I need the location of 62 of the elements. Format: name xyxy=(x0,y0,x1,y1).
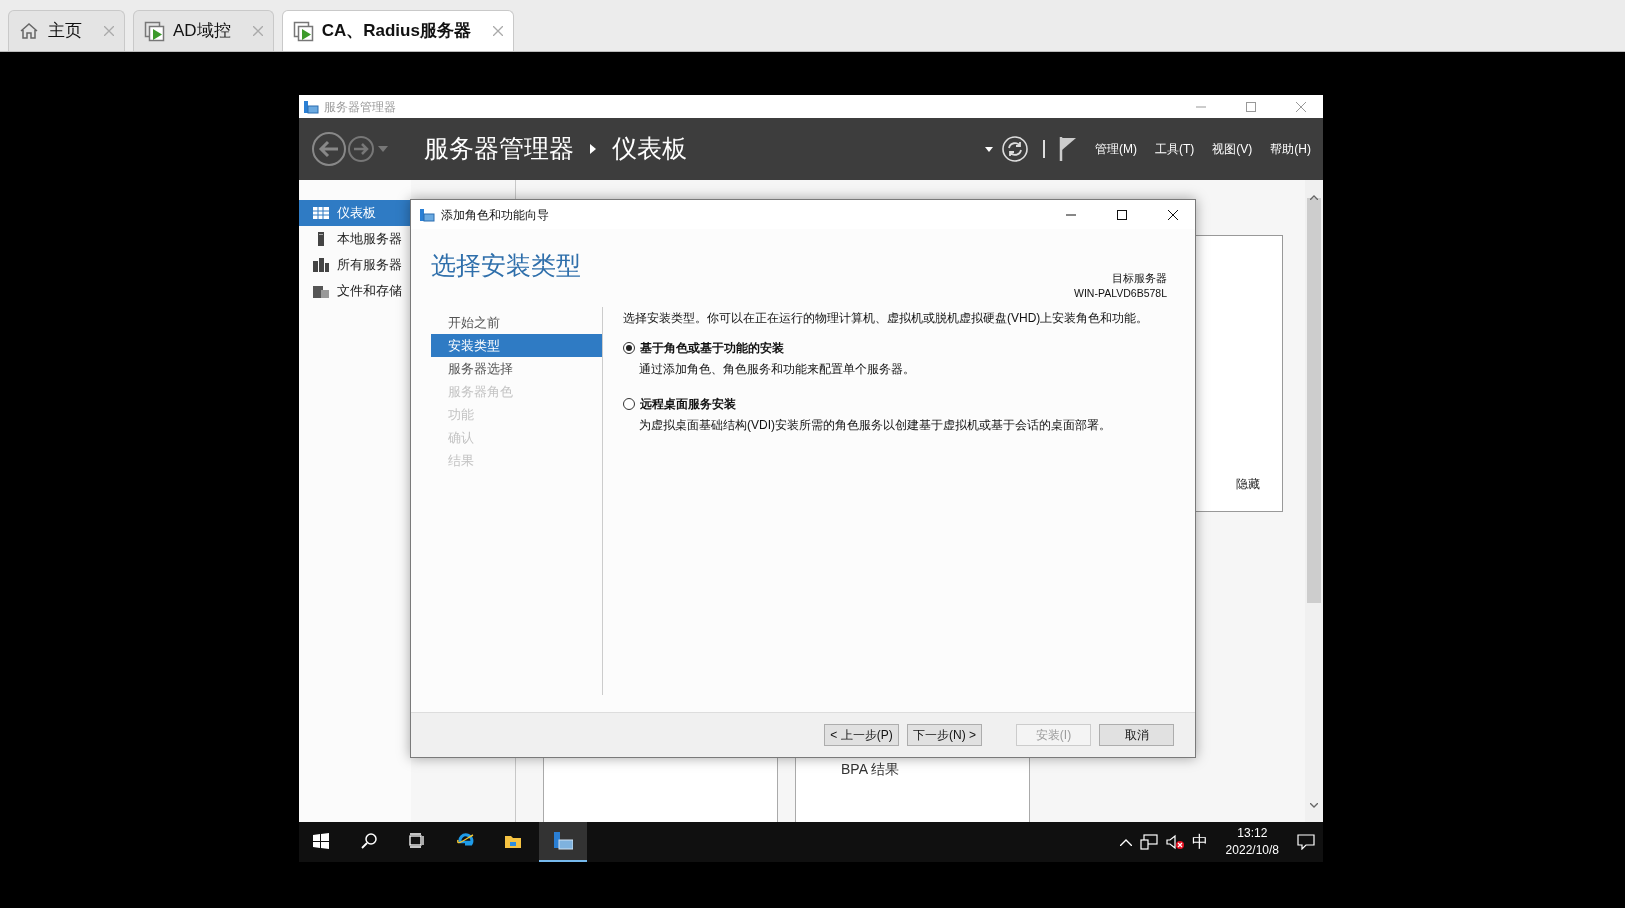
breadcrumb-item: 仪表板 xyxy=(612,133,687,165)
instruction-text: 选择安装类型。你可以在正在运行的物理计算机、虚拟机或脱机虚拟硬盘(VHD)上安装角色和功能。 xyxy=(623,310,1149,327)
back-icon[interactable] xyxy=(311,131,347,167)
browser-tab[interactable]: 主页 xyxy=(8,10,125,51)
servers-icon xyxy=(313,258,329,272)
flag-icon[interactable] xyxy=(1059,137,1077,161)
hide-link[interactable]: 隐藏 xyxy=(1236,475,1260,493)
server-manager-icon xyxy=(553,832,573,850)
window-title: 添加角色和功能向导 xyxy=(441,206,549,224)
network-icon[interactable] xyxy=(1139,834,1158,850)
home-icon xyxy=(19,20,40,42)
option-label[interactable]: 远程桌面服务安装 xyxy=(640,395,736,413)
wizard-step[interactable]: 开始之前 xyxy=(431,311,602,334)
wizard-button[interactable]: 下一步(N) > xyxy=(907,724,982,746)
app-icon xyxy=(303,99,319,114)
scrollbar[interactable] xyxy=(1305,180,1323,822)
panel-title: BPA 结果 xyxy=(841,760,900,779)
clock[interactable]: 13:12 2022/10/8 xyxy=(1225,824,1279,860)
wizard-button[interactable]: 取消 xyxy=(1099,724,1174,746)
sidebar-item[interactable]: 仪表板 xyxy=(299,200,411,226)
wizard-step: 确认 xyxy=(431,426,602,449)
option-description: 通过添加角色、角色服务和功能来配置单个服务器。 xyxy=(638,361,916,378)
scrollbar-thumb[interactable] xyxy=(1307,198,1321,603)
radio-button[interactable] xyxy=(623,342,635,354)
scroll-down-icon[interactable] xyxy=(1310,803,1318,809)
dropdown-icon[interactable] xyxy=(985,146,993,152)
sidebar-item[interactable]: 本地服务器 xyxy=(299,226,411,252)
wizard-step[interactable]: 安装类型 xyxy=(431,334,602,357)
taskbar-button[interactable] xyxy=(539,822,587,862)
volume-icon[interactable] xyxy=(1165,834,1184,850)
app-icon xyxy=(419,207,435,222)
sidebar-item[interactable]: 所有服务器 xyxy=(299,252,411,278)
menu-item[interactable]: 帮助(H) xyxy=(1270,140,1311,158)
menu-item[interactable]: 管理(M) xyxy=(1095,140,1137,158)
breadcrumb-arrow-icon xyxy=(590,144,596,154)
close-button[interactable] xyxy=(1166,208,1179,221)
browser-tab[interactable]: CA、Radius服务器 xyxy=(281,10,514,51)
window-title: 服务器管理器 xyxy=(324,98,396,116)
forward-icon[interactable] xyxy=(347,135,375,163)
option-label[interactable]: 基于角色或基于功能的安装 xyxy=(640,339,784,357)
radio-button[interactable] xyxy=(623,398,635,410)
vm-icon xyxy=(292,20,314,42)
input-method-indicator[interactable]: 中 xyxy=(1191,830,1208,854)
chevron-up-icon[interactable] xyxy=(1119,838,1132,846)
wizard-step[interactable]: 服务器选择 xyxy=(431,357,602,380)
browser-tab[interactable]: AD域控 xyxy=(133,10,274,51)
scroll-up-icon[interactable] xyxy=(1310,195,1318,201)
notification-icon[interactable] xyxy=(1297,834,1315,850)
target-server-name: WIN-PALVD6B578L xyxy=(1074,285,1167,301)
option-description: 为虚拟桌面基础结构(VDI)安装所需的角色服务以创建基于虚拟机或基于会话的桌面部署。 xyxy=(638,417,1112,434)
dashboard-icon xyxy=(313,206,329,220)
menu-item[interactable]: 工具(T) xyxy=(1155,140,1195,158)
breadcrumb-item[interactable]: 服务器管理器 xyxy=(424,130,574,168)
page-heading: 选择安装类型 xyxy=(431,250,581,281)
menu-item[interactable]: 视图(V) xyxy=(1212,140,1253,158)
wizard-button[interactable]: < 上一步(P) xyxy=(824,724,899,746)
refresh-icon[interactable] xyxy=(1001,135,1029,163)
vm-icon xyxy=(144,20,165,42)
storage-icon xyxy=(313,284,329,298)
sidebar-item[interactable]: 文件和存储 xyxy=(299,278,411,304)
target-label: 目标服务器 xyxy=(1111,271,1167,286)
maximize-button[interactable] xyxy=(1115,208,1128,221)
